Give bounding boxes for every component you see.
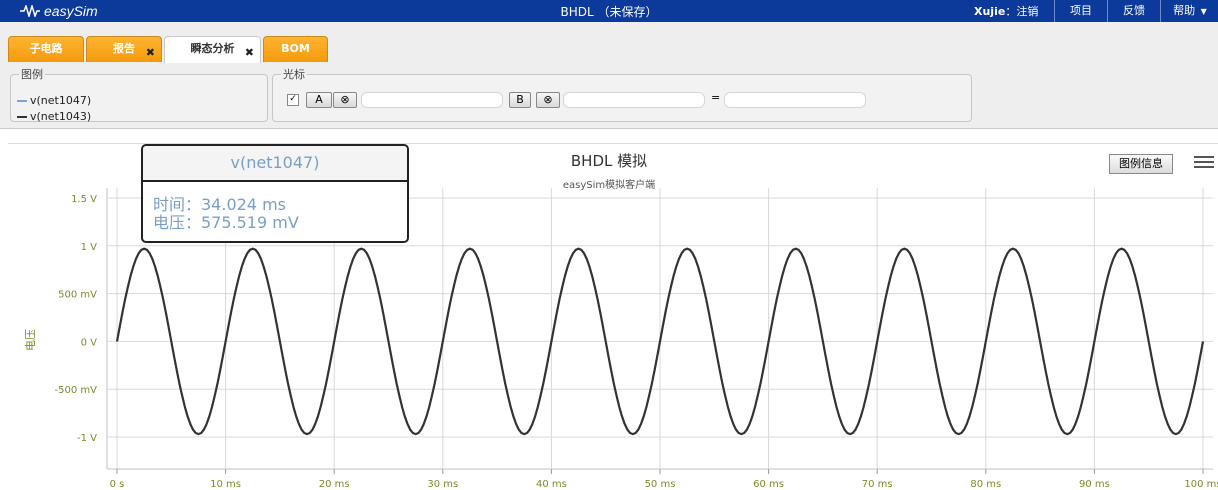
- tab-subcircuit[interactable]: 子电路: [8, 36, 84, 62]
- tab-bar: 子电路 报告 ✖ 瞬态分析 ✖ BOM: [0, 22, 1218, 64]
- logout-link[interactable]: ：注销: [1005, 5, 1038, 18]
- tooltip-voltage: 电压：575.519 mV: [153, 213, 299, 232]
- menu-help[interactable]: 帮助 ▼: [1160, 0, 1218, 22]
- cursor-a-value[interactable]: [361, 92, 503, 108]
- legend-panel: 图例 v(net1047) v(net1043): [10, 66, 268, 123]
- equals-sign: =: [711, 91, 721, 104]
- series-swatch: [17, 99, 27, 102]
- close-icon[interactable]: ✖: [245, 41, 254, 65]
- legend-item-label: v(net1043): [30, 110, 92, 123]
- cursor-difference-value[interactable]: [724, 92, 866, 108]
- user-info: Xujie：注销: [974, 3, 1038, 19]
- chevron-down-icon: ▼: [1200, 7, 1207, 16]
- series-swatch: [17, 115, 27, 118]
- cursor-a-button[interactable]: A: [306, 92, 332, 108]
- cursor-panel: 光标 ✓ A ⊗ B ⊗ =: [272, 66, 972, 122]
- tooltip-series-name: v(net1047): [143, 146, 407, 182]
- cursor-checkbox[interactable]: ✓: [287, 94, 299, 106]
- clear-a-icon[interactable]: ⊗: [333, 92, 357, 108]
- tab-label: BOM: [281, 42, 310, 55]
- legend-panel-title: 图例: [21, 68, 43, 81]
- legend-item-label: v(net1047): [30, 94, 92, 107]
- menu-feedback[interactable]: 反馈: [1107, 0, 1160, 22]
- chart-tooltip: v(net1047) 时间：34.024 ms 电压：575.519 mV: [141, 144, 409, 243]
- analysis-toolbar: 图例 v(net1047) v(net1043) 光标 ✓ A ⊗ B ⊗ =: [0, 64, 1218, 129]
- menu-project[interactable]: 项目: [1054, 0, 1107, 22]
- menu-help-label: 帮助: [1173, 4, 1196, 17]
- tab-bom[interactable]: BOM: [263, 36, 328, 62]
- tab-label: 子电路: [29, 42, 63, 55]
- clear-b-icon[interactable]: ⊗: [536, 92, 560, 108]
- tab-transient-analysis[interactable]: 瞬态分析 ✖: [164, 36, 261, 63]
- cursor-b-button[interactable]: B: [509, 92, 531, 108]
- chart-menu-icon[interactable]: [1194, 156, 1214, 172]
- cursor-b-value[interactable]: [563, 92, 705, 108]
- legend-info-button[interactable]: 图例信息: [1109, 154, 1173, 174]
- app-header: easySim BHDL （未保存） Xujie：注销 项目 反馈 帮助 ▼: [0, 0, 1218, 22]
- cursor-panel-title: 光标: [283, 68, 305, 81]
- legend-item[interactable]: v(net1043): [17, 110, 91, 123]
- tab-label: 瞬态分析: [190, 42, 235, 55]
- close-icon[interactable]: ✖: [146, 41, 155, 65]
- legend-item[interactable]: v(net1047): [17, 94, 91, 107]
- tab-report[interactable]: 报告 ✖: [86, 36, 162, 62]
- tab-label: 报告: [113, 42, 135, 55]
- user-name: Xujie: [974, 5, 1006, 18]
